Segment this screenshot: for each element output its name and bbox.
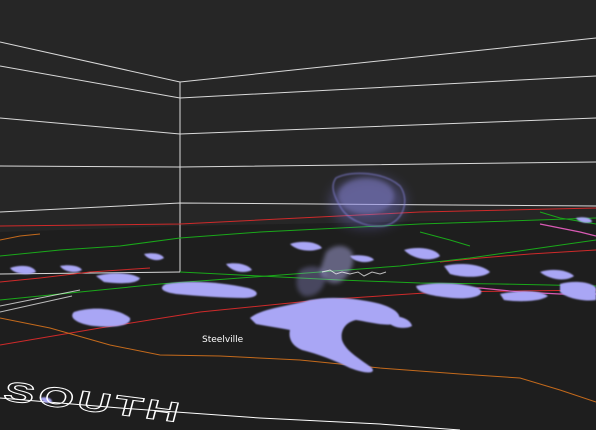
radar-3d-viewport[interactable]: Steelville SOUTH	[0, 0, 596, 430]
radar-3d-scene[interactable]: Steelville SOUTH	[0, 0, 596, 430]
city-label-steelville: Steelville	[202, 335, 244, 345]
